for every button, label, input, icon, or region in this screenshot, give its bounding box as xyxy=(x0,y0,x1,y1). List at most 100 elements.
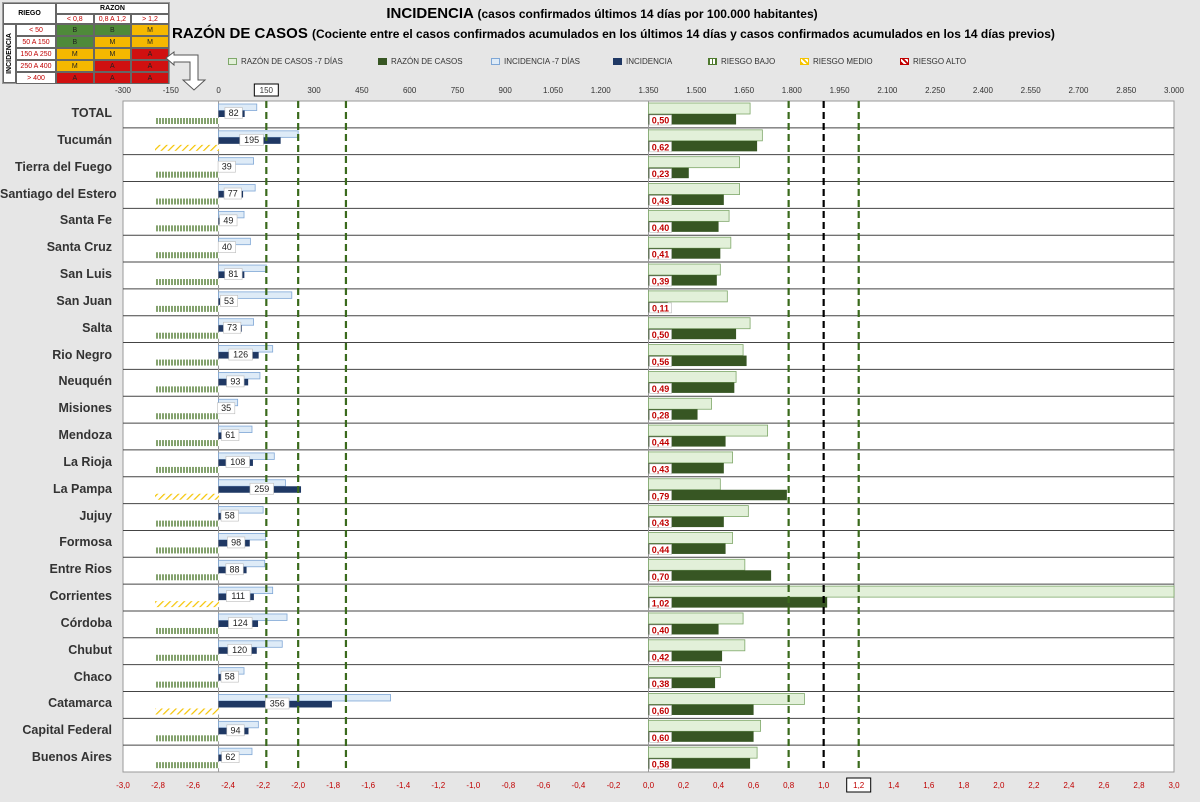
razon-7dias-bar xyxy=(648,532,733,544)
riesgo-bajo-marker xyxy=(155,654,219,661)
bottom-axis-tick-label: -1,6 xyxy=(361,781,375,790)
category-label: La Pampa xyxy=(52,481,112,496)
incidencia-value-label: 62 xyxy=(225,752,235,762)
riesgo-bajo-marker xyxy=(155,198,219,205)
razon-value-label: 0,50 xyxy=(652,116,670,126)
razon-7dias-bar xyxy=(648,451,733,464)
razon-bar xyxy=(648,597,828,608)
top-axis-tick-label: 1.500 xyxy=(686,86,707,95)
riesgo-bajo-marker xyxy=(155,627,219,634)
riesgo-bajo-marker xyxy=(155,574,219,581)
bottom-axis-tick-label: 1,8 xyxy=(958,781,970,790)
incidencia-value-label: 94 xyxy=(231,725,241,735)
razon-value-label: 0,40 xyxy=(652,223,670,233)
razon-7dias-bar xyxy=(648,397,712,410)
top-axis-tick-label: 3.000 xyxy=(1164,86,1185,95)
bottom-axis-tick-label: 1,6 xyxy=(923,781,935,790)
category-label: Santa Fe xyxy=(59,213,112,228)
razon-7dias-bar xyxy=(648,585,1175,598)
bottom-axis-tick-label: -0,6 xyxy=(537,781,551,790)
top-axis-tick-label: 2.100 xyxy=(877,86,898,95)
category-label: Chaco xyxy=(73,669,112,684)
riesgo-bajo-marker xyxy=(155,332,219,339)
incidencia-value-label: 35 xyxy=(221,403,231,413)
bottom-axis-tick-label: -1,8 xyxy=(326,781,340,790)
riesgo-bajo-marker xyxy=(155,386,219,393)
bottom-axis-tick-label: 2,8 xyxy=(1133,781,1145,790)
razon-value-label: 0,38 xyxy=(652,679,670,689)
incidencia-value-label: 111 xyxy=(231,591,245,601)
category-label: Buenos Aires xyxy=(31,750,112,765)
category-label: Tierra del Fuego xyxy=(14,159,112,174)
category-label: Corrientes xyxy=(49,589,112,604)
riesgo-medio-marker xyxy=(155,601,219,608)
bottom-axis-tick-label: -0,2 xyxy=(607,781,621,790)
incidencia-value-label: 98 xyxy=(231,537,241,547)
top-axis-tick-label: 150 xyxy=(260,86,274,95)
top-axis-tick-label: 450 xyxy=(355,86,369,95)
razon-value-label: 1,02 xyxy=(652,599,670,609)
riesgo-bajo-marker xyxy=(155,305,219,312)
incidencia-value-label: 259 xyxy=(254,484,269,494)
top-axis-tick-label: 2.250 xyxy=(925,86,946,95)
bottom-axis-tick-label: 0,4 xyxy=(713,781,725,790)
incidencia-value-label: 124 xyxy=(233,618,248,628)
incidencia-value-label: 58 xyxy=(225,511,235,521)
top-axis-tick-label: 1.050 xyxy=(543,86,564,95)
top-axis-tick-label: 1.800 xyxy=(782,86,803,95)
razon-7dias-bar xyxy=(648,746,758,759)
razon-value-label: 0,43 xyxy=(652,464,670,474)
razon-value-label: 0,40 xyxy=(652,625,670,635)
razon-7dias-bar xyxy=(648,102,751,115)
top-axis-tick-label: 1.950 xyxy=(830,86,851,95)
top-axis-tick-label: -150 xyxy=(163,86,180,95)
razon-value-label: 0,62 xyxy=(652,142,670,152)
bottom-axis-tick-label: -0,4 xyxy=(572,781,586,790)
bottom-axis-tick-label: -2,2 xyxy=(256,781,270,790)
bottom-axis-tick-label: -2,0 xyxy=(291,781,305,790)
top-axis-tick-label: 0 xyxy=(216,86,221,95)
bottom-axis-tick-label: 3,0 xyxy=(1168,781,1180,790)
razon-value-label: 0,70 xyxy=(652,572,670,582)
category-label: Neuquén xyxy=(58,374,112,389)
riesgo-bajo-marker xyxy=(155,520,219,527)
razon-7dias-bar xyxy=(648,129,763,142)
bottom-axis-tick-label: 1,4 xyxy=(888,781,900,790)
incidencia-value-label: 49 xyxy=(223,215,233,225)
category-label: San Juan xyxy=(56,293,112,308)
razon-value-label: 0,11 xyxy=(652,303,669,313)
razon-7dias-bar xyxy=(648,156,740,169)
riesgo-medio-marker xyxy=(155,493,219,500)
bottom-axis-tick-label: 2,4 xyxy=(1063,781,1075,790)
razon-7dias-bar xyxy=(648,290,728,303)
razon-value-label: 0,44 xyxy=(652,545,670,555)
category-label: Salta xyxy=(82,320,112,335)
bottom-axis-tick-label: 0,0 xyxy=(643,781,655,790)
category-label: La Rioja xyxy=(63,454,112,469)
bottom-axis-tick-label: -1,2 xyxy=(431,781,445,790)
top-axis-tick-label: 600 xyxy=(403,86,417,95)
category-label: Córdoba xyxy=(60,615,112,630)
razon-value-label: 0,43 xyxy=(652,196,670,206)
arrow-icon xyxy=(165,51,207,91)
incidencia-value-label: 61 xyxy=(225,430,235,440)
category-label: San Luis xyxy=(59,267,112,282)
riesgo-bajo-marker xyxy=(155,252,219,259)
razon-7dias-bar xyxy=(648,505,749,518)
razon-7dias-bar xyxy=(648,693,805,705)
top-axis-tick-label: 300 xyxy=(307,86,321,95)
bottom-axis-tick-label: 1,2 xyxy=(853,781,865,790)
category-label: Jujuy xyxy=(79,508,112,523)
incidencia-value-label: 82 xyxy=(229,108,239,118)
bottom-axis-tick-label: -2,8 xyxy=(151,781,165,790)
riesgo-bajo-marker xyxy=(155,413,219,420)
razon-7dias-bar xyxy=(648,370,737,383)
razon-7dias-bar xyxy=(648,478,721,491)
razon-value-label: 0,50 xyxy=(652,330,670,340)
razon-value-label: 0,44 xyxy=(652,438,670,448)
category-label: Santiago del Estero xyxy=(0,186,117,201)
razon-value-label: 0,43 xyxy=(652,518,670,528)
top-axis-tick-label: 750 xyxy=(451,86,465,95)
incidencia-value-label: 120 xyxy=(232,645,247,655)
riesgo-bajo-marker xyxy=(155,225,219,232)
